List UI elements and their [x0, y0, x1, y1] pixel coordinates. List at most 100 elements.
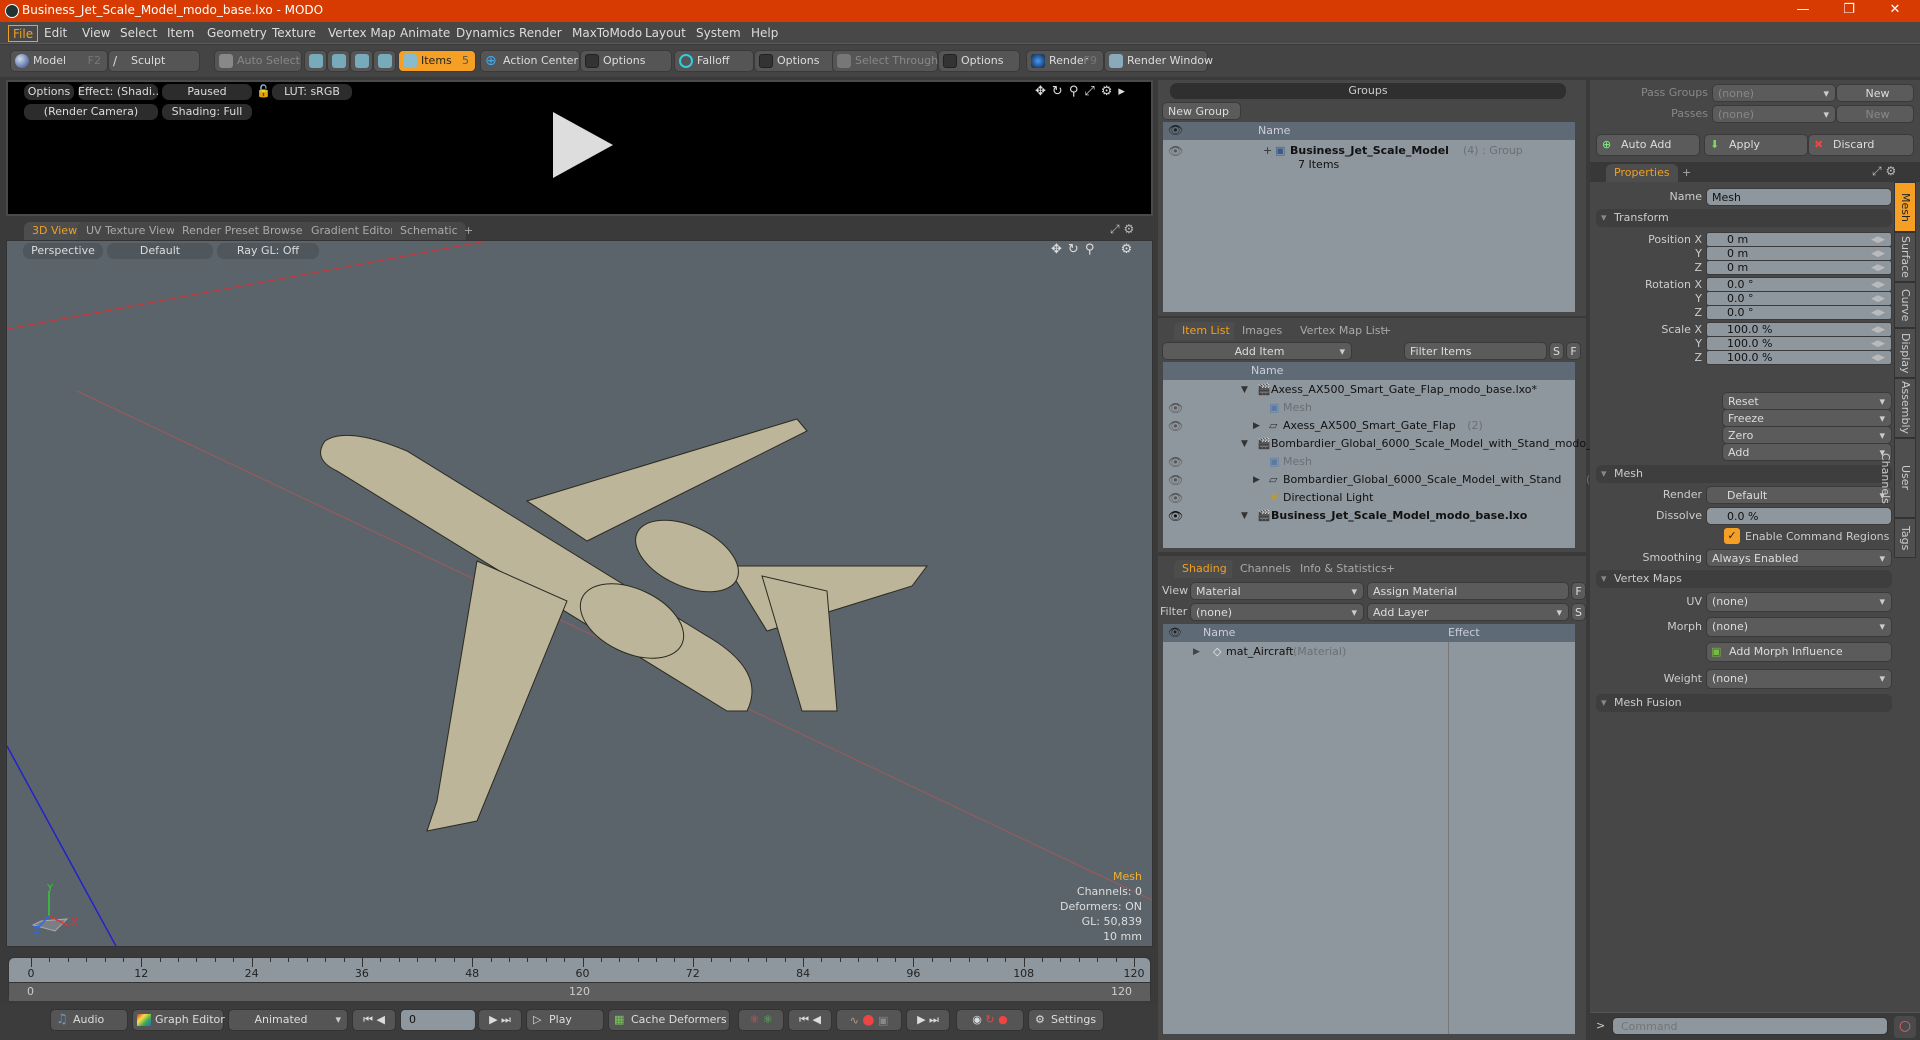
items-mode-button[interactable]: Items 5	[398, 50, 476, 72]
side-tab-user-channels[interactable]: User Channels	[1879, 438, 1916, 518]
tab-schematic[interactable]: Schematic	[392, 222, 466, 240]
item-list-row[interactable]: 👁 ▶ ▱ Axess_AX500_Smart_Gate_Flap (2)	[1163, 417, 1575, 435]
eye-icon[interactable]: 👁	[1168, 142, 1183, 160]
mesh-section[interactable]: Mesh	[1596, 465, 1892, 483]
select-through-options-button[interactable]: Options	[938, 50, 1020, 72]
add-tab-button[interactable]: +	[456, 222, 481, 240]
maximize-icon[interactable]: ⤢	[1872, 164, 1882, 178]
position-x-input[interactable]: 0 m ◀▶	[1706, 232, 1892, 247]
key-select-icon[interactable]: ●	[998, 1013, 1008, 1026]
polygons-mode-button[interactable]	[350, 50, 373, 72]
new-group-button[interactable]: New Group	[1162, 102, 1241, 120]
slider-handle-icon[interactable]: ◀▶	[1871, 337, 1885, 351]
expand-arrow-icon[interactable]: ▶	[1253, 417, 1260, 435]
add-layer-dropdown[interactable]: Add Layer	[1367, 603, 1569, 621]
close-button[interactable]: ✕	[1872, 0, 1918, 22]
rotation-y-input[interactable]: 0.0 ° ◀▶	[1706, 291, 1892, 306]
eye-icon[interactable]: 👁	[1168, 489, 1183, 507]
record-icon[interactable]: ●	[862, 1012, 874, 1028]
timeline[interactable]: 0 12 24 36 48 60 72 84 96 108 120 0 120 120	[8, 957, 1151, 1001]
side-tab-surface[interactable]: Surface	[1894, 232, 1916, 282]
pan-icon[interactable]: ✥	[1035, 84, 1052, 99]
key-down-icon[interactable]: ⚛	[763, 1013, 773, 1026]
tab-channels[interactable]: Channels	[1232, 560, 1299, 578]
weight-dropdown[interactable]: (none)	[1706, 669, 1892, 689]
prev-key-icon[interactable]: ◀	[812, 1013, 820, 1026]
go-to-end-icon[interactable]: ⏭	[501, 1013, 511, 1026]
morph-dropdown[interactable]: (none)	[1706, 617, 1892, 637]
model-mode-button[interactable]: Model F2	[10, 50, 108, 72]
add-item-dropdown[interactable]: Add Item	[1162, 342, 1352, 360]
step-forward-icon[interactable]: ▶	[489, 1013, 497, 1026]
eye-icon[interactable]: 👁	[1168, 471, 1183, 489]
reset-dropdown[interactable]: Reset	[1722, 392, 1892, 410]
vertex-maps-section[interactable]: Vertex Maps	[1596, 570, 1892, 588]
timeline-range-bar[interactable]: 0 120 120	[9, 982, 1150, 1001]
assign-material-button[interactable]: Assign Material	[1367, 582, 1569, 600]
render-preview[interactable]: Options Effect: (Shadi… Paused 🔓 LUT: sR…	[6, 80, 1153, 216]
cache-deformers-button[interactable]: ▦ Cache Deformers	[608, 1009, 730, 1031]
tab-images[interactable]: Images	[1234, 322, 1291, 340]
vertices-mode-button[interactable]	[304, 50, 327, 72]
item-list-row[interactable]: 👁 ▣ Mesh	[1163, 453, 1575, 471]
menu-render[interactable]: Render	[515, 25, 566, 42]
action-center-button[interactable]: ⊕ Action Center	[480, 50, 580, 72]
uv-dropdown[interactable]: (none)	[1706, 592, 1892, 612]
rotation-z-input[interactable]: 0.0 ° ◀▶	[1706, 305, 1892, 320]
gear-icon[interactable]: ⚙	[1101, 84, 1119, 99]
go-to-start-icon[interactable]: ⏮	[363, 1013, 373, 1026]
command-input[interactable]	[1612, 1017, 1888, 1035]
position-y-input[interactable]: 0 m ◀▶	[1706, 246, 1892, 261]
animation-mode-dropdown[interactable]: Animated	[228, 1009, 348, 1031]
key-up-icon[interactable]: ⚛	[749, 1013, 759, 1026]
add-morph-influence-button[interactable]: ▣ Add Morph Influence	[1706, 642, 1892, 662]
step-back-icon[interactable]: ◀	[376, 1013, 384, 1026]
item-list-row[interactable]: 👁 ▼ 🎬 Business_Jet_Scale_Model_modo_base.lx…	[1163, 507, 1575, 525]
menu-select[interactable]: Select	[116, 25, 161, 42]
slider-handle-icon[interactable]: ◀▶	[1871, 261, 1885, 275]
item-name-input[interactable]: Mesh	[1706, 188, 1892, 206]
sculpt-mode-button[interactable]: / Sculpt	[108, 50, 200, 72]
menu-edit[interactable]: Edit	[40, 25, 71, 42]
command-regions-checkbox[interactable]: ✓	[1724, 528, 1740, 544]
maximize-button[interactable]: ❐	[1826, 0, 1872, 22]
tab-properties[interactable]: Properties	[1606, 164, 1678, 182]
current-frame-input[interactable]: 0	[400, 1009, 476, 1031]
menu-animate[interactable]: Animate	[396, 25, 454, 42]
falloff-button[interactable]: Falloff	[674, 50, 754, 72]
side-tab-curve[interactable]: Curve	[1894, 282, 1916, 328]
render-camera-dropdown[interactable]: (Render Camera)	[24, 104, 158, 120]
filter-s-button[interactable]: S	[1549, 342, 1564, 360]
position-z-input[interactable]: 0 m ◀▶	[1706, 260, 1892, 275]
play-icon[interactable]	[553, 112, 613, 178]
graph-editor-button[interactable]: Graph Editor	[132, 1009, 225, 1031]
slider-handle-icon[interactable]: ◀▶	[1871, 247, 1885, 261]
shader-row[interactable]: ▶ ◇ mat_Aircraft (Material)	[1163, 643, 1586, 661]
menu-maxtomodo[interactable]: MaxToModo	[568, 25, 646, 42]
loop-icon[interactable]: ↻	[985, 1013, 994, 1026]
slider-handle-icon[interactable]: ◀▶	[1871, 351, 1885, 365]
eye-icon[interactable]: 👁	[1168, 417, 1183, 435]
edges-mode-button[interactable]	[327, 50, 350, 72]
slider-handle-icon[interactable]: ◀▶	[1871, 306, 1885, 320]
gear-icon[interactable]: ⚙	[1885, 164, 1896, 178]
slider-handle-icon[interactable]: ◀▶	[1871, 323, 1885, 337]
paused-toggle[interactable]: Paused	[162, 84, 252, 100]
menu-geometry[interactable]: Geometry	[203, 25, 271, 42]
auto-select-button[interactable]: Auto Select	[214, 50, 302, 72]
play-button[interactable]: ▷ Play	[526, 1009, 604, 1031]
audio-button[interactable]: ♫ Audio	[50, 1009, 128, 1031]
passes-dropdown[interactable]: (none)	[1712, 105, 1836, 123]
collapse-arrow-icon[interactable]: ▼	[1241, 435, 1248, 453]
eye-icon[interactable]: 👁	[1168, 453, 1183, 471]
preview-options-button[interactable]: Options	[24, 84, 74, 100]
item-list-row[interactable]: 👁 ▶ ▱ Bombardier_Global_6000_Scale_Model_wi…	[1163, 471, 1602, 489]
mesh-fusion-section[interactable]: Mesh Fusion	[1596, 694, 1892, 712]
3d-viewport[interactable]: Perspective Default Ray GL: Off ✥↻⚲ ⚙ Y …	[6, 240, 1153, 947]
maximize-icon[interactable]: ⤢	[1110, 222, 1120, 236]
eye-icon[interactable]: 👁	[1168, 399, 1183, 417]
shading-dropdown[interactable]: Shading: Full	[162, 104, 252, 120]
scale-z-input[interactable]: 100.0 % ◀▶	[1706, 350, 1892, 365]
apply-button[interactable]: ⬇ Apply	[1704, 134, 1808, 156]
tab-3d-view[interactable]: 3D View	[24, 222, 86, 240]
